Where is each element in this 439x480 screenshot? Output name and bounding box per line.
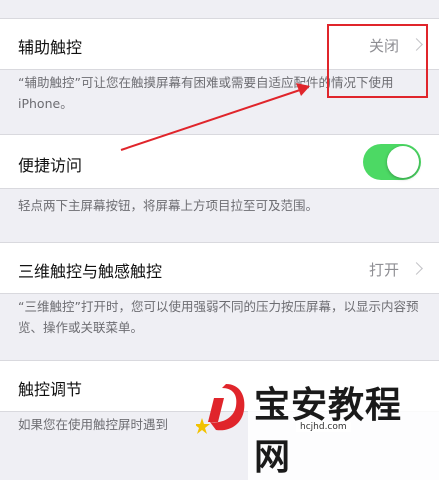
watermark-url: hcjhd.com xyxy=(296,422,351,432)
watermark-logo-icon xyxy=(196,384,245,434)
watermark: 宝安教程网 hcjhd.com xyxy=(196,376,439,480)
annotation-arrow xyxy=(120,83,310,151)
